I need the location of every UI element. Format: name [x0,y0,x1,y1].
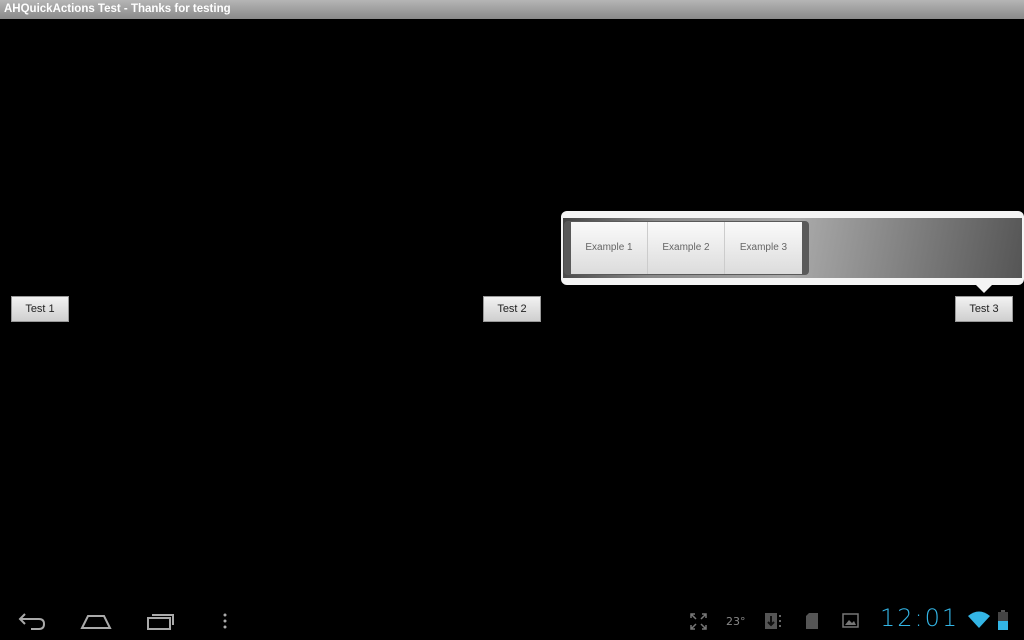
recent-apps-icon[interactable] [145,608,177,632]
action-scroller[interactable]: Example 1 Example 2 Example 3 [563,218,1022,278]
action-item-example-1[interactable]: Example 1 [571,222,648,274]
download-icon [765,613,781,629]
system-nav-bar: 23° [0,600,1024,640]
fullscreen-icon[interactable] [690,613,707,630]
action-item-example-3[interactable]: Example 3 [725,222,802,274]
battery-icon [998,610,1008,630]
test-2-button[interactable]: Test 2 [483,296,541,322]
test-1-button[interactable]: Test 1 [11,296,69,322]
status-clock: 12:01 [880,604,960,632]
home-icon[interactable] [80,608,112,632]
sd-card-icon [806,613,818,629]
action-item-example-2[interactable]: Example 2 [648,222,725,274]
weather-temperature: 23° [726,615,746,628]
menu-icon[interactable] [220,608,230,632]
action-items: Example 1 Example 2 Example 3 [564,221,809,275]
popup-arrow [975,284,993,293]
app-title-bar: AHQuickActions Test - Thanks for testing [0,0,1024,19]
wifi-icon [968,611,990,628]
gallery-icon [842,613,859,628]
back-icon[interactable] [17,608,47,632]
quick-action-popup: Example 1 Example 2 Example 3 [561,211,1024,285]
test-3-button[interactable]: Test 3 [955,296,1013,322]
